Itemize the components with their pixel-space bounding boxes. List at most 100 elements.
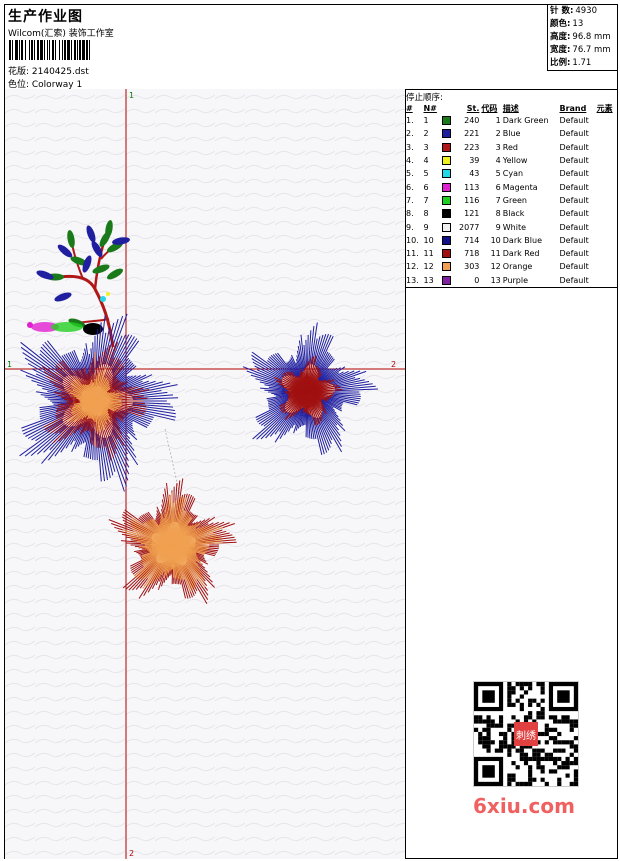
stop-sequence-table: # N# St. 代码 描述 Brand 元素 1. 1 240 1 Dark Gree… [405, 102, 617, 287]
row-description: Purple [502, 275, 529, 285]
row-stitches: 2077 [459, 222, 480, 232]
design-canvas[interactable]: 1 2 1 2 [5, 89, 406, 859]
color-swatch [441, 235, 451, 245]
row-swatch [441, 207, 454, 220]
sheet-title: 生产作业图 [8, 9, 83, 25]
row-stitches: 0 [474, 275, 480, 285]
row-element [596, 127, 617, 140]
row-code: 13 [490, 275, 501, 285]
row-brand: Default [559, 182, 589, 192]
row-element [596, 274, 617, 287]
color-swatch [441, 209, 451, 219]
color-swatch [441, 129, 451, 139]
row-stitches: 121 [464, 209, 480, 219]
row-code: 12 [490, 262, 501, 272]
row-code: 1 [495, 116, 501, 126]
table-row: 8. 8 121 8 Black Default [405, 207, 617, 220]
col-stitches: St. [466, 103, 480, 113]
row-index: 11. [406, 249, 419, 259]
color-swatch [441, 116, 451, 126]
row-brand: Default [559, 249, 589, 259]
row-index: 13. [406, 275, 419, 285]
table-row: 10. 10 714 10 Dark Blue Default [405, 234, 617, 247]
qr-code: 刺绣 [473, 681, 579, 787]
row-swatch [441, 167, 454, 180]
row-element [596, 141, 617, 154]
axis-label-bottom: 2 [129, 849, 134, 858]
row-element [596, 247, 617, 260]
col-swatch [441, 102, 454, 114]
row-index: 2. [406, 129, 414, 139]
table-row: 11. 11 718 11 Dark Red Default [405, 247, 617, 260]
row-needle: 12 [423, 262, 434, 272]
col-index: # [406, 103, 413, 113]
table-header-row: # N# St. 代码 描述 Brand 元素 [405, 102, 617, 114]
studio-name: Wilcom(汇索) 装饰工作室 [8, 29, 114, 39]
stat-width: 宽度: 76.7 mm [550, 45, 611, 55]
row-swatch [441, 114, 454, 127]
row-swatch [441, 234, 454, 247]
row-code: 7 [495, 195, 501, 205]
col-element: 元素 [596, 103, 613, 113]
color-swatch [441, 169, 451, 179]
row-needle: 7 [423, 195, 429, 205]
table-row: 5. 5 43 5 Cyan Default [405, 167, 617, 180]
row-description: Blue [502, 129, 521, 139]
stat-colors: 颜色: 13 [550, 19, 584, 29]
row-needle: 2 [423, 129, 429, 139]
row-needle: 1 [423, 116, 429, 126]
row-code: 11 [490, 249, 501, 259]
row-swatch [441, 154, 454, 167]
row-needle: 9 [423, 222, 429, 232]
row-index: 12. [406, 262, 419, 272]
stat-scale: 比例: 1.71 [550, 58, 592, 68]
row-stitches: 718 [464, 249, 480, 259]
row-brand: Default [559, 235, 589, 245]
color-swatch [441, 222, 451, 232]
row-needle: 4 [423, 156, 429, 166]
row-code: 2 [495, 129, 501, 139]
row-code: 4 [495, 156, 501, 166]
table-row: 12. 12 303 12 Orange Default [405, 260, 617, 273]
row-element [596, 194, 617, 207]
row-brand: Default [559, 129, 589, 139]
site-watermark: 6xiu.com [473, 794, 575, 818]
row-code: 3 [495, 142, 501, 152]
axis-label-left: 1 [7, 360, 12, 369]
row-code: 5 [495, 169, 501, 179]
row-description: Dark Red [502, 249, 540, 259]
row-stitches: 303 [464, 262, 480, 272]
row-brand: Default [559, 262, 589, 272]
row-index: 9. [406, 222, 414, 232]
row-swatch [441, 220, 454, 233]
row-needle: 6 [423, 182, 429, 192]
row-needle: 13 [423, 275, 434, 285]
row-index: 4. [406, 156, 414, 166]
row-needle: 5 [423, 169, 429, 179]
row-code: 9 [495, 222, 501, 232]
row-element [596, 180, 617, 193]
color-swatch [441, 195, 451, 205]
row-index: 3. [406, 142, 414, 152]
row-element [596, 234, 617, 247]
row-element [596, 260, 617, 273]
row-index: 8. [406, 209, 414, 219]
row-stitches: 240 [464, 116, 480, 126]
table-divider [405, 287, 617, 288]
stat-height: 高度: 96.8 mm [550, 32, 611, 42]
sheet-header: 生产作业图 Wilcom(汇索) 装饰工作室 花版: 2140425.dst 色… [5, 5, 617, 90]
row-description: Red [502, 142, 518, 152]
row-needle: 8 [423, 209, 429, 219]
row-index: 10. [406, 235, 419, 245]
row-needle: 11 [423, 249, 434, 259]
table-row: 13. 13 0 13 Purple Default [405, 274, 617, 287]
qr-stamp-text: 刺绣 [516, 729, 536, 742]
design-file: 花版: 2140425.dst [8, 67, 89, 77]
row-description: Yellow [502, 156, 528, 166]
row-element [596, 154, 617, 167]
table-row: 9. 9 2077 9 White Default [405, 220, 617, 233]
row-brand: Default [559, 116, 589, 126]
row-brand: Default [559, 222, 589, 232]
row-code: 6 [495, 182, 501, 192]
row-code: 10 [490, 235, 501, 245]
